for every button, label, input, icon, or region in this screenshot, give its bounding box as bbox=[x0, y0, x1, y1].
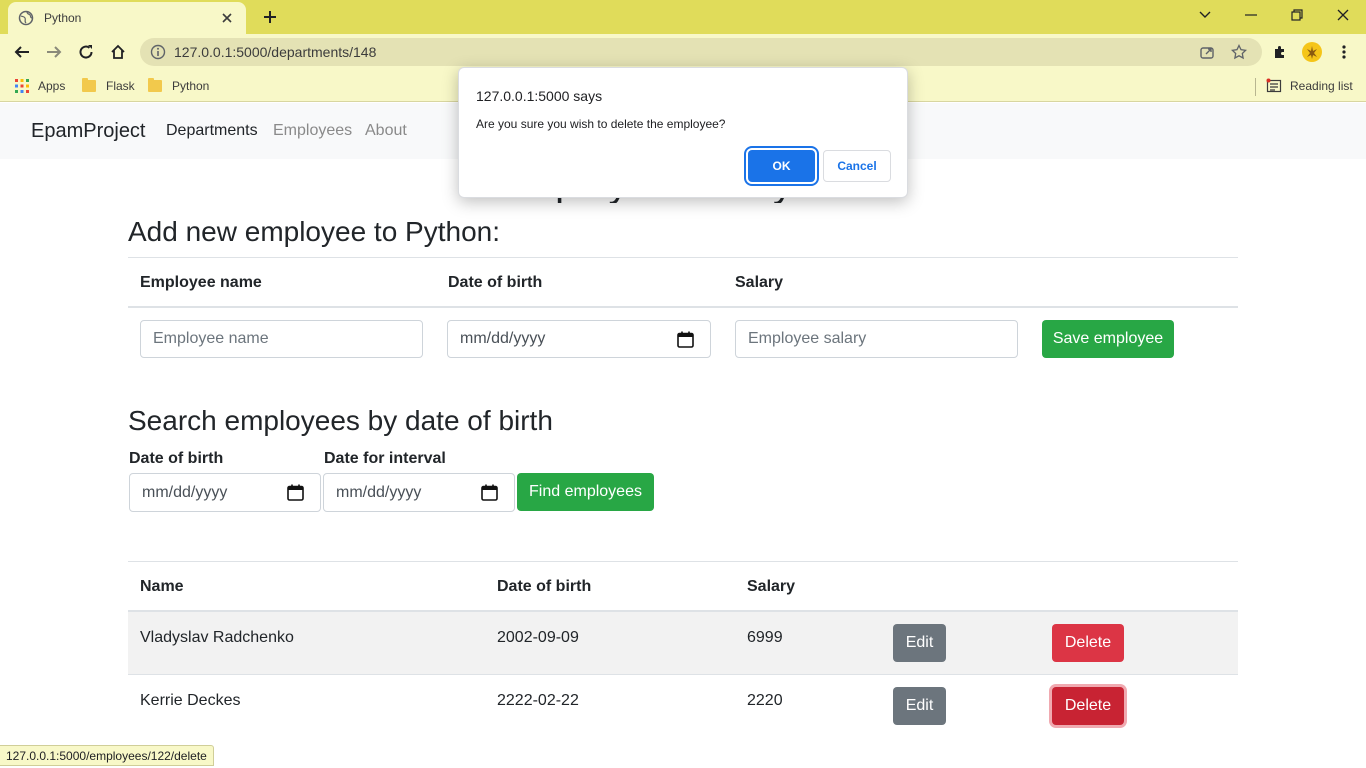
dialog-title: 127.0.0.1:5000 says bbox=[476, 88, 603, 104]
search-interval-placeholder: mm/dd/yyyy bbox=[336, 483, 422, 501]
minimize-icon[interactable] bbox=[1228, 0, 1274, 30]
dialog-message: Are you sure you wish to delete the empl… bbox=[476, 117, 726, 131]
tab-search-icon[interactable] bbox=[1182, 0, 1228, 30]
site-info-icon[interactable] bbox=[150, 44, 166, 60]
calendar-icon[interactable] bbox=[677, 331, 694, 348]
header-salary: Salary bbox=[735, 274, 784, 291]
save-employee-button[interactable]: Save employee bbox=[1042, 320, 1174, 358]
employee-salary-placeholder: Employee salary bbox=[748, 330, 867, 347]
date-of-birth-input[interactable]: mm/dd/yyyy bbox=[447, 320, 711, 358]
search-dob-placeholder: mm/dd/yyyy bbox=[142, 483, 228, 501]
cell-name: Vladyslav Radchenko bbox=[140, 629, 294, 646]
table-row: Vladyslav Radchenko 2002-09-09 6999 Edit… bbox=[128, 612, 1238, 675]
cell-name: Kerrie Deckes bbox=[140, 692, 241, 709]
folder-icon bbox=[82, 78, 96, 92]
browser-toolbar: 127.0.0.1:5000/departments/148 bbox=[0, 34, 1366, 70]
cell-dob: 2222-02-22 bbox=[497, 692, 579, 709]
cell-salary: 6999 bbox=[747, 629, 783, 646]
cell-salary: 2220 bbox=[747, 692, 783, 709]
home-icon[interactable] bbox=[104, 38, 132, 66]
calendar-icon[interactable] bbox=[481, 484, 498, 501]
bookmark-label: Apps bbox=[38, 79, 66, 93]
bookmark-star-icon[interactable] bbox=[1230, 43, 1248, 60]
nav-link-departments[interactable]: Departments bbox=[166, 122, 258, 140]
table-top-border bbox=[128, 257, 1238, 258]
nav-link-about[interactable]: About bbox=[365, 122, 407, 140]
close-window-icon[interactable] bbox=[1320, 0, 1366, 30]
tab-title: Python bbox=[44, 11, 82, 25]
new-tab-icon[interactable] bbox=[258, 5, 282, 29]
search-interval-label: Date for interval bbox=[324, 450, 446, 467]
nav-link-employees[interactable]: Employees bbox=[273, 122, 352, 140]
reading-list-label: Reading list bbox=[1290, 79, 1353, 93]
address-bar[interactable]: 127.0.0.1:5000/departments/148 bbox=[140, 38, 1262, 66]
reload-icon[interactable] bbox=[72, 38, 100, 66]
chrome-menu-icon[interactable] bbox=[1332, 40, 1356, 64]
browser-titlebar: Python bbox=[0, 0, 1366, 34]
restore-icon[interactable] bbox=[1274, 0, 1320, 30]
table-header-name: Name bbox=[140, 578, 184, 595]
bookmarks-separator bbox=[1255, 78, 1256, 96]
cancel-button[interactable]: Cancel bbox=[823, 150, 891, 182]
employees-table-top-border bbox=[128, 561, 1238, 562]
table-row: Kerrie Deckes 2222-02-22 2220 Edit Delet… bbox=[128, 675, 1238, 738]
profile-avatar-icon[interactable] bbox=[1300, 40, 1324, 64]
search-dob-label: Date of birth bbox=[129, 450, 224, 467]
search-dob-input[interactable]: mm/dd/yyyy bbox=[129, 473, 321, 512]
apps-grid-icon bbox=[14, 78, 30, 94]
globe-icon bbox=[18, 10, 34, 26]
header-employee-name: Employee name bbox=[140, 274, 262, 291]
table-header-salary: Salary bbox=[747, 578, 796, 595]
employee-salary-input[interactable]: Employee salary bbox=[735, 320, 1018, 358]
tab-close-icon[interactable] bbox=[218, 9, 236, 27]
bookmark-python[interactable]: Python bbox=[148, 76, 209, 96]
extensions-puzzle-icon[interactable] bbox=[1268, 40, 1292, 64]
status-bar-url: 127.0.0.1:5000/employees/122/delete bbox=[0, 745, 214, 766]
share-icon[interactable] bbox=[1199, 44, 1215, 60]
header-bottom-border bbox=[128, 306, 1238, 308]
search-interval-input[interactable]: mm/dd/yyyy bbox=[323, 473, 515, 512]
browser-tab[interactable]: Python bbox=[8, 2, 246, 34]
bookmark-apps[interactable]: Apps bbox=[14, 76, 65, 96]
search-heading: Search employees by date of birth bbox=[128, 405, 553, 436]
reading-list-icon bbox=[1266, 78, 1282, 94]
header-date-of-birth: Date of birth bbox=[448, 274, 543, 291]
navbar-brand[interactable]: EpamProject bbox=[31, 120, 146, 143]
date-of-birth-placeholder: mm/dd/yyyy bbox=[460, 330, 546, 347]
ok-button[interactable]: OK bbox=[748, 150, 815, 182]
url-text: 127.0.0.1:5000/departments/148 bbox=[174, 44, 377, 60]
add-employee-heading: Add new employee to Python: bbox=[128, 216, 501, 247]
edit-button[interactable]: Edit bbox=[893, 624, 946, 662]
employee-name-placeholder: Employee name bbox=[153, 330, 269, 347]
bookmark-label: Python bbox=[172, 79, 210, 93]
cell-dob: 2002-09-09 bbox=[497, 629, 579, 646]
calendar-icon[interactable] bbox=[287, 484, 304, 501]
edit-button[interactable]: Edit bbox=[893, 687, 946, 725]
table-header-dob: Date of birth bbox=[497, 578, 592, 595]
delete-button[interactable]: Delete bbox=[1052, 624, 1124, 662]
forward-icon[interactable] bbox=[40, 38, 68, 66]
folder-icon bbox=[148, 78, 162, 92]
employee-name-input[interactable]: Employee name bbox=[140, 320, 423, 358]
find-employees-button[interactable]: Find employees bbox=[517, 473, 654, 511]
back-icon[interactable] bbox=[8, 38, 36, 66]
bookmark-flask[interactable]: Flask bbox=[82, 76, 135, 96]
delete-button[interactable]: Delete bbox=[1052, 687, 1124, 725]
reading-list[interactable]: Reading list bbox=[1266, 76, 1353, 96]
confirm-dialog: 127.0.0.1:5000 says Are you sure you wis… bbox=[458, 67, 908, 198]
bookmark-label: Flask bbox=[106, 79, 135, 93]
